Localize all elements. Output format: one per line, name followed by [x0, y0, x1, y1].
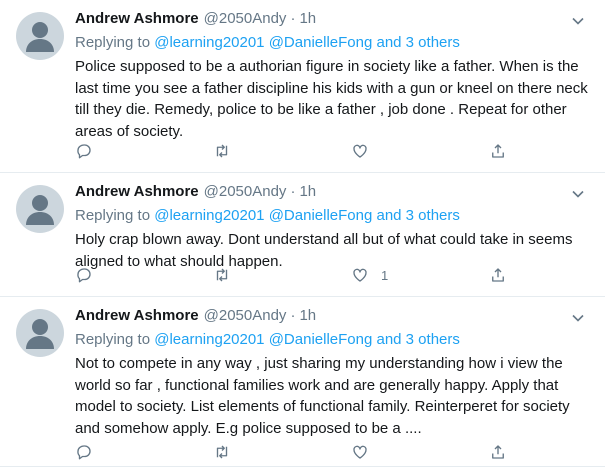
avatar[interactable]: [16, 309, 64, 357]
reply-button[interactable]: [75, 141, 135, 161]
tweet-header: Andrew Ashmore @2050Andy · 1h: [75, 307, 593, 329]
reply-icon: [77, 268, 91, 283]
tweet-actions: [75, 141, 509, 161]
replying-to-links[interactable]: @learning20201 @DanielleFong and 3 other…: [154, 207, 460, 224]
retweet-button[interactable]: [213, 265, 273, 285]
author-handle[interactable]: @2050Andy: [204, 307, 287, 324]
retweet-icon: [216, 268, 228, 282]
author-name[interactable]: Andrew Ashmore: [75, 183, 199, 200]
share-icon: [492, 144, 504, 158]
timestamp[interactable]: 1h: [299, 307, 316, 324]
tweet[interactable]: Andrew Ashmore @2050Andy · 1h Replying t…: [0, 297, 605, 467]
reply-icon: [77, 445, 91, 460]
like-button[interactable]: [351, 141, 411, 161]
replying-to-links[interactable]: @learning20201 @DanielleFong and 3 other…: [154, 331, 460, 348]
author-name[interactable]: Andrew Ashmore: [75, 307, 199, 324]
replying-to-prefix: Replying to: [75, 34, 151, 51]
replying-to-prefix: Replying to: [75, 207, 151, 224]
tweet-header: Andrew Ashmore @2050Andy · 1h: [75, 183, 593, 205]
like-count: 1: [381, 267, 389, 283]
tweet-text: Not to compete in any way , just sharing…: [75, 355, 570, 437]
reply-button[interactable]: [75, 442, 135, 462]
chevron-down-icon[interactable]: [571, 14, 585, 28]
replying-to-line: Replying to @learning20201 @DanielleFong…: [75, 329, 593, 351]
default-avatar-icon: [26, 195, 54, 225]
heart-icon: [353, 268, 367, 282]
author-handle[interactable]: @2050Andy: [204, 183, 287, 200]
share-icon: [492, 268, 504, 282]
default-avatar-icon: [26, 319, 54, 349]
share-button[interactable]: [489, 265, 509, 285]
retweet-button[interactable]: [213, 442, 273, 462]
author-name[interactable]: Andrew Ashmore: [75, 10, 199, 27]
tweet-text: Police supposed to be a authorian figure…: [75, 58, 588, 140]
tweet[interactable]: Andrew Ashmore @2050Andy · 1h Replying t…: [0, 173, 605, 297]
share-button[interactable]: [489, 141, 509, 161]
replying-to-links[interactable]: @learning20201 @DanielleFong and 3 other…: [154, 34, 460, 51]
chevron-down-icon[interactable]: [571, 311, 585, 325]
heart-icon: [353, 144, 367, 158]
share-button[interactable]: [489, 442, 509, 462]
timestamp[interactable]: 1h: [299, 10, 316, 27]
like-button[interactable]: 1: [351, 265, 411, 285]
replying-to-line: Replying to @learning20201 @DanielleFong…: [75, 205, 593, 227]
reply-button[interactable]: [75, 265, 135, 285]
separator-dot: ·: [290, 183, 296, 200]
retweet-button[interactable]: [213, 141, 273, 161]
timestamp[interactable]: 1h: [299, 183, 316, 200]
retweet-icon: [216, 144, 228, 158]
share-icon: [492, 445, 504, 459]
avatar[interactable]: [16, 12, 64, 60]
like-button[interactable]: [351, 442, 411, 462]
separator-dot: ·: [290, 10, 296, 27]
chevron-down-icon[interactable]: [571, 187, 585, 201]
avatar[interactable]: [16, 185, 64, 233]
author-handle[interactable]: @2050Andy: [204, 10, 287, 27]
tweet-header: Andrew Ashmore @2050Andy · 1h: [75, 10, 593, 32]
heart-icon: [353, 445, 367, 459]
tweet-actions: 1: [75, 265, 509, 285]
default-avatar-icon: [26, 22, 54, 52]
tweet-actions: [75, 442, 509, 462]
retweet-icon: [216, 445, 228, 459]
separator-dot: ·: [290, 307, 296, 324]
tweet[interactable]: Andrew Ashmore @2050Andy · 1h Replying t…: [0, 0, 605, 173]
replying-to-line: Replying to @learning20201 @DanielleFong…: [75, 32, 593, 54]
replying-to-prefix: Replying to: [75, 331, 151, 348]
reply-icon: [77, 144, 91, 159]
